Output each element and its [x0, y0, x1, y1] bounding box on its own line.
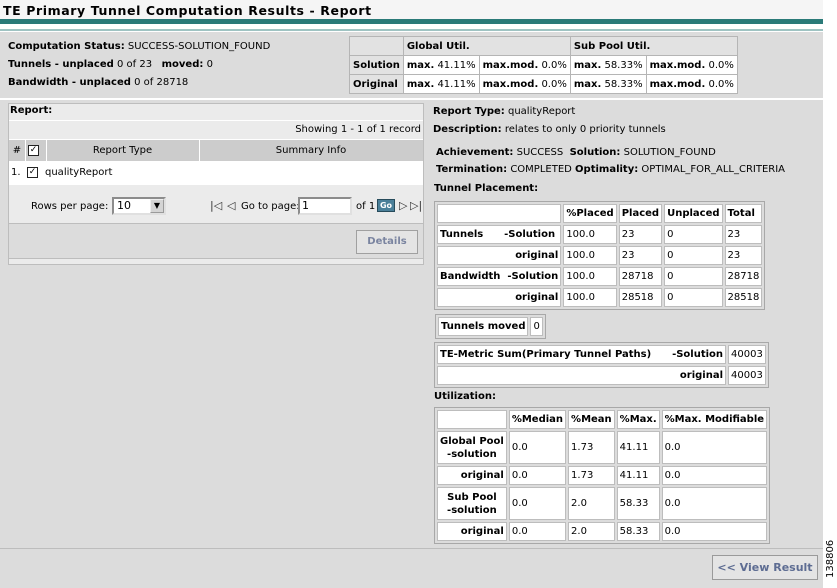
table-row: Sub Pool -solution 0.0 2.0 58.33 0.0	[437, 487, 768, 520]
tunnels-moved-label: Tunnels moved	[438, 317, 529, 336]
rows-per-page-select[interactable]: 10 ▼	[112, 197, 166, 215]
subpool-util-header: Sub Pool Util.	[569, 36, 738, 56]
table-row: Bandwidth -Solution 100.0 28718 0 28718	[437, 267, 763, 286]
tunnel-placement-title: Tunnel Placement:	[434, 183, 539, 194]
title-bar: TE Primary Tunnel Computation Results - …	[0, 0, 823, 24]
goto-page-label: Go to page:	[241, 201, 300, 212]
record-count: Showing 1 - 1 of 1 record	[295, 124, 421, 135]
termination-line: Termination: COMPLETED Optimality: OPTIM…	[436, 164, 786, 175]
column-summary-info[interactable]: Summary Info	[199, 140, 423, 162]
title-divider	[0, 29, 823, 31]
table-row: original 100.0 28518 0 28518	[437, 288, 763, 307]
row-checkbox[interactable]: ✓	[27, 167, 38, 178]
computation-status-value: SUCCESS-SOLUTION_FOUND	[127, 41, 271, 52]
table-row: Tunnels -Solution 100.0 23 0 23	[437, 225, 763, 244]
report-grid-header: # ✓ Report Type Summary Info	[9, 139, 423, 162]
table-row: TE-Metric Sum(Primary Tunnel Paths) -Sol…	[437, 345, 766, 364]
chevron-down-icon[interactable]: ▼	[150, 199, 164, 213]
page-of-label: of 1	[356, 201, 376, 212]
report-type: Report Type: qualityReport	[433, 106, 576, 117]
report-panel-label: Report:	[10, 105, 53, 116]
page-title: TE Primary Tunnel Computation Results - …	[3, 3, 372, 18]
util-row-original: Original max. 41.11% max.mod. 0.0% max. …	[349, 74, 738, 94]
rows-per-page-label: Rows per page:	[31, 201, 109, 212]
bandwidth-unplaced: Bandwidth - unplaced 0 of 28718	[8, 77, 189, 88]
row-index: 1.	[11, 167, 21, 178]
first-page-icon[interactable]: |◁	[210, 199, 222, 212]
computation-status: Computation Status: SUCCESS-SOLUTION_FOU…	[8, 41, 271, 52]
view-result-button[interactable]: << View Result	[712, 555, 818, 580]
pagination-bar: Rows per page: 10 ▼ |◁ ◁ Go to page: 1 o…	[9, 189, 423, 223]
column-index: #	[12, 145, 22, 156]
report-description: Description: relates to only 0 priority …	[433, 124, 666, 135]
te-metric-table: TE-Metric Sum(Primary Tunnel Paths) -Sol…	[434, 342, 769, 388]
page-number-input[interactable]: 1	[298, 197, 352, 215]
tunnels-unplaced: Tunnels - unplaced 0 of 23 moved: 0	[8, 59, 213, 70]
utilization-title: Utilization:	[434, 391, 496, 402]
tunnels-moved-value: 0	[530, 317, 543, 336]
go-button[interactable]: Go	[377, 199, 395, 212]
figure-code: 138806	[825, 539, 836, 578]
column-report-type[interactable]: Report Type	[46, 140, 199, 162]
tunnel-placement-table: %Placed Placed Unplaced Total Tunnels -S…	[434, 201, 766, 310]
last-page-icon[interactable]: ▷|	[410, 199, 422, 212]
row-report-type[interactable]: qualityReport	[45, 167, 112, 178]
main-content: Report: Showing 1 - 1 of 1 record # ✓ Re…	[0, 100, 823, 548]
table-row: original 40003	[437, 366, 766, 385]
prev-page-icon[interactable]: ◁	[227, 199, 235, 212]
table-row: Global Pool -solution 0.0 1.73 41.11 0.0	[437, 431, 768, 464]
select-all-checkbox[interactable]: ✓	[28, 145, 39, 156]
details-bar: Details	[9, 223, 423, 259]
table-row[interactable]: 1. ✓ qualityReport	[9, 161, 423, 185]
global-util-header: Global Util.	[402, 36, 571, 56]
summary-section: Computation Status: SUCCESS-SOLUTION_FOU…	[0, 32, 823, 98]
util-row-solution: Solution max. 41.11% max.mod. 0.0% max. …	[349, 55, 738, 75]
utilization-summary-table: Global Util. Sub Pool Util. Solution max…	[349, 36, 738, 94]
next-page-icon[interactable]: ▷	[399, 199, 407, 212]
table-row: original 100.0 23 0 23	[437, 246, 763, 265]
tunnels-moved-table: Tunnels moved 0	[435, 314, 546, 339]
achievement-line: Achievement: SUCCESS Solution: SOLUTION_…	[436, 147, 716, 158]
report-list-panel: Report: Showing 1 - 1 of 1 record # ✓ Re…	[8, 103, 424, 265]
details-button[interactable]: Details	[356, 230, 418, 254]
utilization-table: %Median %Mean %Max. %Max. Modifiable Glo…	[434, 407, 771, 544]
footer-bar: << View Result	[0, 548, 823, 588]
table-row: original 0.0 1.73 41.11 0.0	[437, 466, 768, 485]
table-row: original 0.0 2.0 58.33 0.0	[437, 522, 768, 541]
